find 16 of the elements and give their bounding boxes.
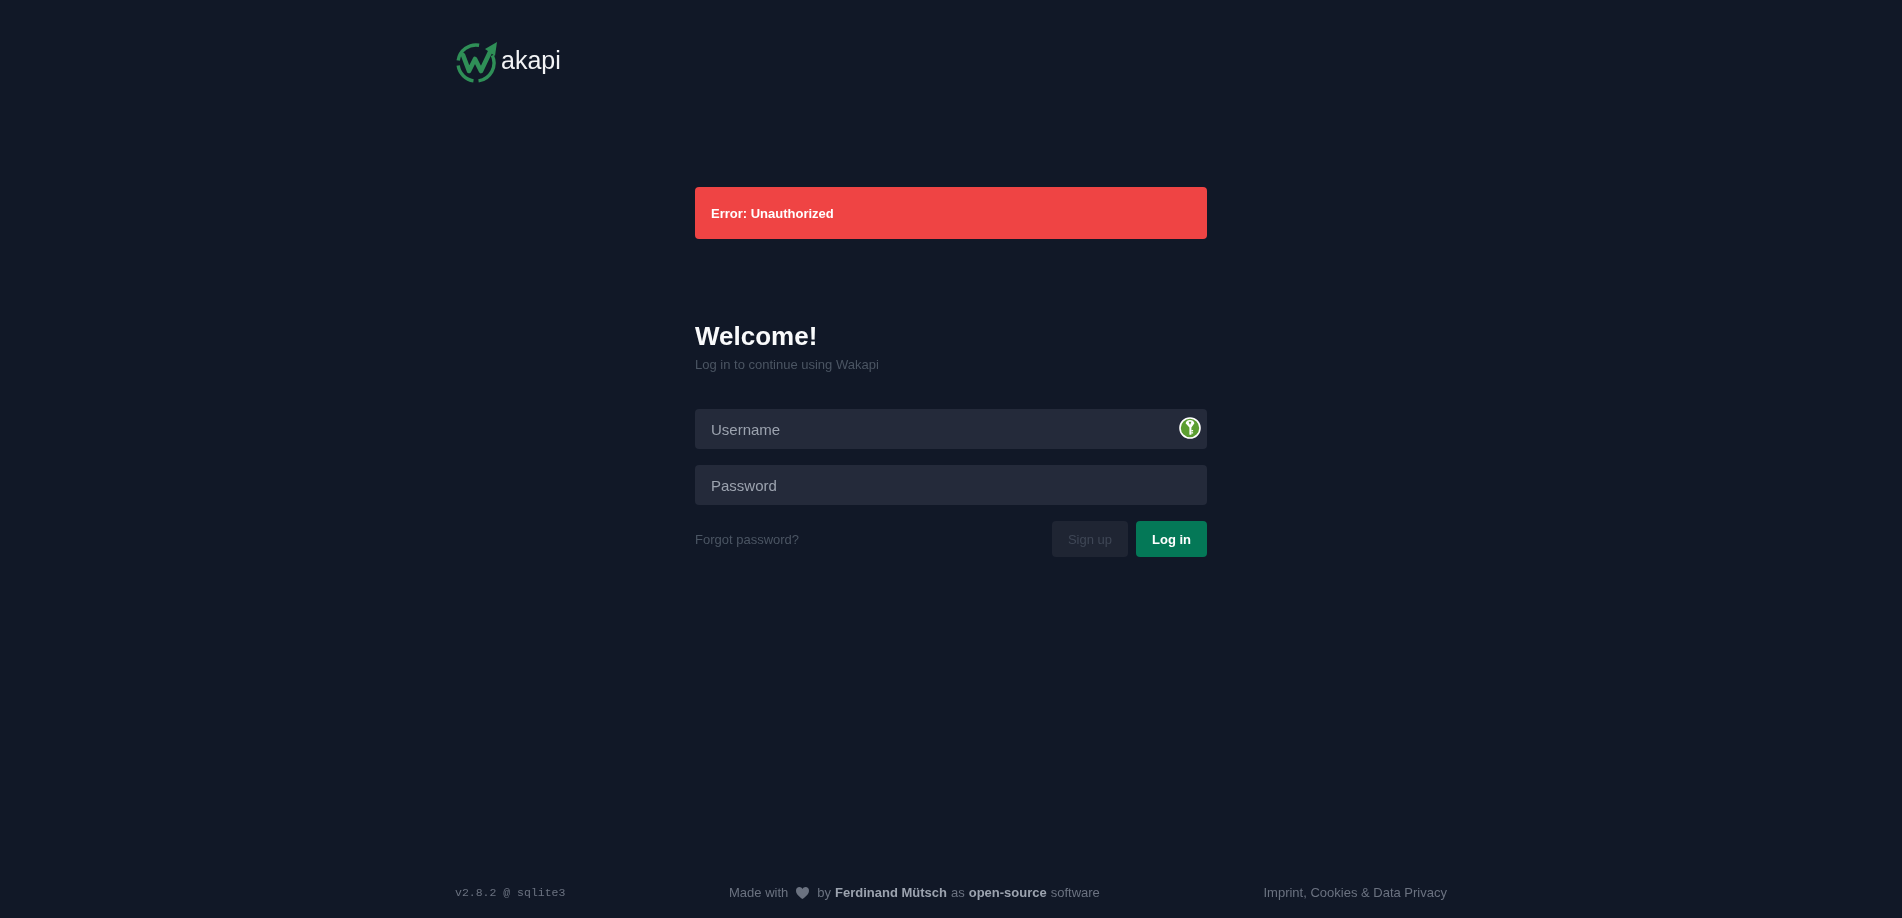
imprint-link[interactable]: Imprint, Cookies & Data Privacy <box>1263 884 1447 902</box>
logo-icon[interactable] <box>455 40 498 83</box>
error-alert: Error: Unauthorized <box>695 187 1207 239</box>
credit-text: Made with <box>729 884 789 902</box>
brand-name[interactable]: akapi <box>501 44 561 75</box>
heart-icon <box>796 887 810 899</box>
source-link[interactable]: open-source <box>968 884 1047 902</box>
username-field[interactable]: Username <box>695 409 1207 449</box>
password-field[interactable]: Password <box>695 465 1207 505</box>
credit-text: as <box>950 884 965 902</box>
version-text: v2.8.2 @ sqlite3 <box>455 885 566 901</box>
credit-text: by <box>817 884 831 902</box>
author-link[interactable]: Ferdinand Mütsch <box>835 884 947 902</box>
credit-text: software <box>1050 884 1100 902</box>
login-button[interactable]: Log in <box>1136 521 1207 557</box>
welcome-heading: Welcome! <box>695 320 819 353</box>
